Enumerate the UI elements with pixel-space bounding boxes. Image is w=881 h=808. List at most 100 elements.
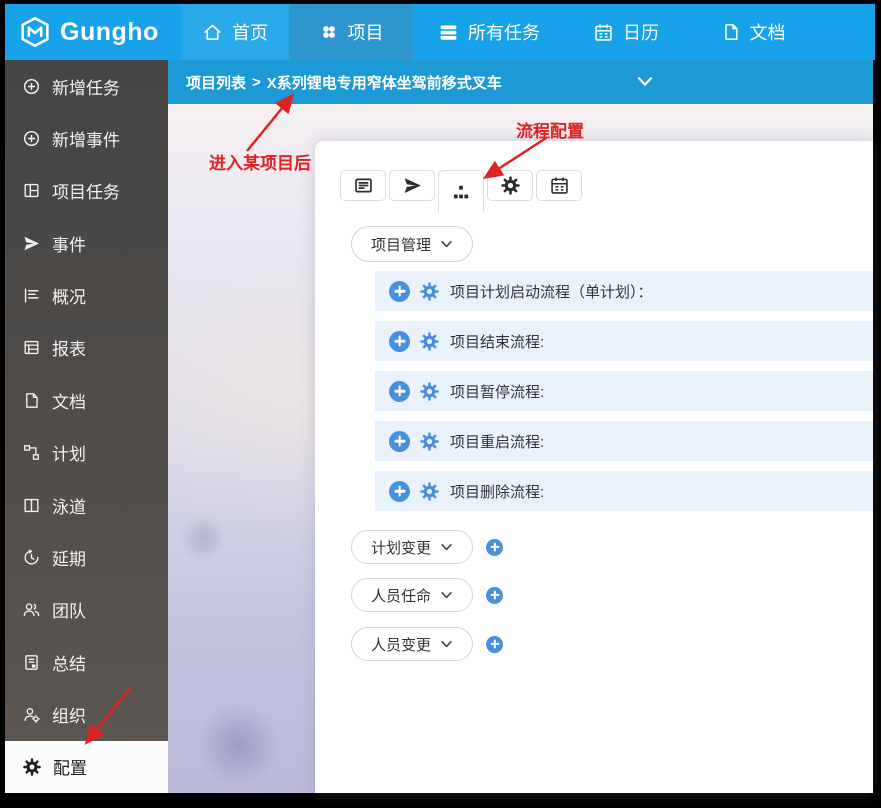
group-row-staff-change: 人员变更 — [351, 627, 503, 661]
add-icon[interactable] — [486, 587, 503, 604]
sidebar-item-label: 计划 — [52, 440, 86, 465]
tab-flow-config[interactable] — [438, 170, 484, 212]
annotation-enter-project: 进入某项目后 — [209, 149, 311, 174]
sidebar-item-plans[interactable]: 计划 — [5, 427, 168, 479]
topnav-label: 日历 — [623, 19, 659, 45]
breadcrumb-separator: > — [252, 74, 261, 91]
sitemap-icon — [451, 182, 471, 202]
sidebar-item-label: 组织 — [52, 702, 86, 727]
chevron-down-icon — [440, 639, 453, 650]
calendar-icon — [593, 22, 614, 43]
group-label: 人员变更 — [371, 634, 431, 655]
add-icon[interactable] — [389, 331, 410, 352]
group-staff-appointment[interactable]: 人员任命 — [351, 578, 473, 612]
chevron-down-icon — [440, 542, 453, 553]
team-icon — [22, 600, 41, 619]
topnav-label: 项目 — [348, 19, 384, 45]
group-row-plan-change: 计划变更 — [351, 530, 503, 564]
sidebar-item-swimlanes[interactable]: 泳道 — [5, 479, 168, 531]
group-label: 人员任命 — [371, 585, 431, 606]
sidebar-item-configuration[interactable]: 配置 — [5, 741, 168, 793]
sidebar-item-label: 总结 — [52, 650, 86, 675]
tab-detail-list[interactable] — [340, 170, 386, 201]
gear-icon[interactable] — [419, 281, 440, 302]
group-plan-change[interactable]: 计划变更 — [351, 530, 473, 564]
sidebar-item-team[interactable]: 团队 — [5, 584, 168, 636]
add-icon[interactable] — [389, 481, 410, 502]
sidebar-item-organization[interactable]: 组织 — [5, 688, 168, 740]
swimlane-icon — [22, 496, 41, 515]
chevron-down-icon — [440, 590, 453, 601]
document-icon — [721, 22, 741, 42]
sidebar-item-overview[interactable]: 概况 — [5, 269, 168, 321]
group-project-management[interactable]: 项目管理 — [351, 226, 473, 262]
topnav-item-documents[interactable]: 文档 — [687, 4, 819, 60]
topnav-label: 文档 — [750, 19, 786, 45]
tab-events[interactable] — [389, 170, 435, 201]
sidebar-item-label: 泳道 — [52, 493, 86, 518]
sidebar-item-project-tasks[interactable]: 项目任务 — [5, 165, 168, 217]
topnav-label: 所有任务 — [468, 19, 540, 45]
gear-icon[interactable] — [419, 331, 440, 352]
add-icon[interactable] — [389, 381, 410, 402]
tab-settings[interactable] — [487, 170, 533, 201]
chevron-down-icon[interactable] — [636, 75, 654, 89]
process-row: 项目结束流程: — [375, 321, 873, 361]
process-row: 项目删除流程: — [375, 471, 873, 511]
add-icon[interactable] — [486, 539, 503, 556]
group-row-staff-appointment: 人员任命 — [351, 578, 503, 612]
group-label: 计划变更 — [371, 537, 431, 558]
sidebar-item-add-task[interactable]: 新增任务 — [5, 60, 168, 112]
process-row: 项目重启流程: — [375, 421, 873, 461]
topnav-item-home[interactable]: 首页 — [181, 4, 289, 60]
plus-circle-outline-icon — [22, 77, 41, 96]
sidebar-item-delays[interactable]: 延期 — [5, 531, 168, 583]
group-staff-change[interactable]: 人员变更 — [351, 627, 473, 661]
sidebar-item-add-event[interactable]: 新增事件 — [5, 112, 168, 164]
process-row-label: 项目结束流程: — [450, 331, 544, 352]
topnav-item-projects[interactable]: 项目 — [289, 4, 413, 60]
add-icon[interactable] — [389, 281, 410, 302]
paper-plane-icon — [402, 175, 423, 196]
sidebar-item-reports[interactable]: 报表 — [5, 322, 168, 374]
sidebar-item-label: 新增事件 — [52, 126, 120, 151]
add-icon[interactable] — [486, 636, 503, 653]
topnav-item-calendar[interactable]: 日历 — [565, 4, 687, 60]
process-row-list: 项目计划启动流程（单计划）： 项目结束流程: 项目暂停流程: — [375, 271, 873, 521]
document-icon — [22, 391, 41, 410]
delay-icon — [22, 548, 41, 567]
process-row-label: 项目重启流程: — [450, 431, 544, 452]
process-row: 项目暂停流程: — [375, 371, 873, 411]
breadcrumb-root[interactable]: 项目列表 — [186, 72, 246, 93]
topnav-item-all-tasks[interactable]: 所有任务 — [413, 4, 565, 60]
home-icon — [202, 22, 223, 43]
logo[interactable]: Gungho — [5, 4, 181, 60]
chevron-down-icon — [440, 239, 453, 250]
breadcrumb: 项目列表 > X系列锂电专用窄体坐驾前移式叉车 — [168, 60, 873, 104]
sidebar-item-summary[interactable]: 总结 — [5, 636, 168, 688]
topbar: Gungho 首页 项目 — [5, 4, 875, 60]
kanban-icon — [22, 181, 41, 200]
gear-icon[interactable] — [419, 431, 440, 452]
sidebar-item-label: 新增任务 — [52, 74, 120, 99]
paper-plane-icon — [22, 234, 41, 253]
sidebar-item-label: 配置 — [53, 754, 87, 779]
apps-icon — [319, 22, 339, 42]
gear-icon[interactable] — [419, 481, 440, 502]
calendar-icon — [549, 175, 570, 196]
add-icon[interactable] — [389, 431, 410, 452]
topnav-label: 首页 — [232, 19, 268, 45]
plan-icon — [22, 443, 41, 462]
logo-text: Gungho — [60, 18, 159, 47]
sidebar-item-label: 文档 — [52, 388, 86, 413]
gear-icon[interactable] — [419, 381, 440, 402]
sidebar-item-label: 团队 — [52, 597, 86, 622]
process-row: 项目计划启动流程（单计划）： — [375, 271, 873, 311]
tab-calendar[interactable] — [536, 170, 582, 201]
sidebar-item-documents[interactable]: 文档 — [5, 374, 168, 426]
content-panel: 项目管理 项目计划启动流程（单计划）： 项目结束流程: — [315, 141, 873, 793]
report-icon — [22, 338, 41, 357]
gear-icon — [22, 757, 42, 777]
sidebar-item-events[interactable]: 事件 — [5, 217, 168, 269]
annotation-flow-config: 流程配置 — [516, 117, 584, 142]
